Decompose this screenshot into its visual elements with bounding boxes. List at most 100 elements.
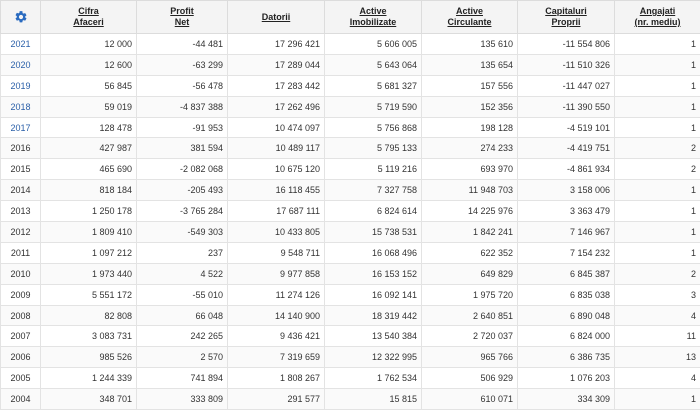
active-imobilizate-cell: 5 795 133 [324,137,422,160]
table-row: 2018 59 019 -4 837 388 17 262 496 5 719 590 1… [0,95,700,118]
table-row: 2008 82 808 66 048 14 140 900 18 319 442 2 64… [0,304,700,327]
datorii-cell: 10 433 805 [227,221,325,243]
year-cell[interactable]: 2020 [0,53,41,76]
capitaluri-proprii-cell: 1 076 203 [517,367,615,390]
profit-net-cell: -3 765 284 [136,200,228,223]
header-label-line2[interactable]: Proprii [551,17,580,27]
active-circulante-cell: 157 556 [421,74,518,97]
year-cell[interactable]: 2021 [0,33,41,55]
profit-net-cell: -549 303 [136,221,228,243]
datorii-cell: 11 274 126 [227,283,325,306]
header-label-line1[interactable]: Active [456,6,483,16]
year-cell[interactable]: 2019 [0,74,41,97]
header-profit-net[interactable]: Profit Net [136,0,228,34]
datorii-cell: 10 474 097 [227,116,325,139]
year-cell: 2013 [0,200,41,223]
header-capitaluri-proprii[interactable]: Capitaluri Proprii [517,0,615,34]
cifra-afaceri-cell: 1 097 212 [40,241,137,264]
angajati-cell: 1 [614,116,700,139]
profit-net-cell: -56 478 [136,74,228,97]
profit-net-cell: -44 481 [136,33,228,55]
year-cell: 2012 [0,221,41,243]
angajati-cell: 2 [614,262,700,285]
active-circulante-cell: 2 640 851 [421,304,518,327]
datorii-cell: 17 296 421 [227,33,325,55]
cifra-afaceri-cell: 1 973 440 [40,262,137,285]
cifra-afaceri-cell: 818 184 [40,179,137,202]
table-row: 2010 1 973 440 4 522 9 977 858 16 153 152 649… [0,262,700,285]
capitaluri-proprii-cell: 6 824 000 [517,325,615,348]
header-label-line2[interactable]: (nr. mediu) [634,17,680,27]
year-cell: 2016 [0,137,41,160]
table-row: 2020 12 600 -63 299 17 289 044 5 643 064 135 … [0,53,700,76]
table-row: 2005 1 244 339 741 894 1 808 267 1 762 534 50… [0,367,700,390]
header-label-line1[interactable]: Active [359,6,386,16]
year-cell: 2014 [0,179,41,202]
header-label-line1[interactable]: Cifra [78,6,99,16]
angajati-cell: 1 [614,33,700,55]
active-imobilizate-cell: 5 119 216 [324,158,422,181]
cifra-afaceri-cell: 5 551 172 [40,283,137,306]
table-row: 2004 348 701 333 809 291 577 15 815 610 071 33… [0,388,700,411]
active-circulante-cell: 506 929 [421,367,518,390]
gear-icon[interactable] [14,10,28,24]
table-row: 2012 1 809 410 -549 303 10 433 805 15 738 53… [0,221,700,243]
header-datorii[interactable]: Datorii [227,0,325,34]
year-cell: 2005 [0,367,41,390]
active-imobilizate-cell: 16 068 496 [324,241,422,264]
capitaluri-proprii-cell: 6 845 387 [517,262,615,285]
capitaluri-proprii-cell: -11 447 027 [517,74,615,97]
datorii-cell: 9 436 421 [227,325,325,348]
datorii-cell: 16 118 455 [227,179,325,202]
cifra-afaceri-cell: 3 083 731 [40,325,137,348]
capitaluri-proprii-cell: 334 309 [517,388,615,411]
year-cell[interactable]: 2017 [0,116,41,139]
header-label-line2[interactable]: Imobilizate [350,17,397,27]
active-circulante-cell: 198 128 [421,116,518,139]
header-label-line1[interactable]: Datorii [262,12,291,22]
year-cell: 2006 [0,346,41,369]
cifra-afaceri-cell: 348 701 [40,388,137,411]
profit-net-cell: -91 953 [136,116,228,139]
year-cell: 2015 [0,158,41,181]
active-circulante-cell: 152 356 [421,95,518,118]
profit-net-cell: 381 594 [136,137,228,160]
table-row: 2021 12 000 -44 481 17 296 421 5 606 005 135 … [0,33,700,55]
header-label-line1[interactable]: Angajati [640,6,676,16]
header-angajati[interactable]: Angajati (nr. mediu) [614,0,700,34]
angajati-cell: 1 [614,74,700,97]
settings-cell[interactable] [0,0,41,34]
datorii-cell: 14 140 900 [227,304,325,327]
header-label-line2[interactable]: Afaceri [73,17,104,27]
active-imobilizate-cell: 6 824 614 [324,200,422,223]
table-row: 2017 128 478 -91 953 10 474 097 5 756 868 198… [0,116,700,139]
header-label-line2[interactable]: Circulante [447,17,491,27]
capitaluri-proprii-cell: 6 890 048 [517,304,615,327]
year-cell: 2010 [0,262,41,285]
profit-net-cell: 242 265 [136,325,228,348]
header-active-circulante[interactable]: Active Circulante [421,0,518,34]
profit-net-cell: -55 010 [136,283,228,306]
profit-net-cell: 2 570 [136,346,228,369]
year-cell: 2011 [0,241,41,264]
year-cell[interactable]: 2018 [0,95,41,118]
active-circulante-cell: 2 720 037 [421,325,518,348]
angajati-cell: 1 [614,388,700,411]
header-cifra-afaceri[interactable]: Cifra Afaceri [40,0,137,34]
angajati-cell: 1 [614,221,700,243]
header-active-imobilizate[interactable]: Active Imobilizate [324,0,422,34]
capitaluri-proprii-cell: -11 510 326 [517,53,615,76]
header-label-line1[interactable]: Capitaluri [545,6,587,16]
active-imobilizate-cell: 18 319 442 [324,304,422,327]
active-imobilizate-cell: 5 643 064 [324,53,422,76]
header-label-line1[interactable]: Profit [170,6,194,16]
capitaluri-proprii-cell: -11 554 806 [517,33,615,55]
header-label-line2[interactable]: Net [175,17,190,27]
header-row: Cifra Afaceri Profit Net Datorii Active Imobil… [0,0,700,34]
table-row: 2007 3 083 731 242 265 9 436 421 13 540 384 2… [0,325,700,348]
capitaluri-proprii-cell: 6 386 735 [517,346,615,369]
active-imobilizate-cell: 13 540 384 [324,325,422,348]
angajati-cell: 3 [614,283,700,306]
datorii-cell: 10 675 120 [227,158,325,181]
cifra-afaceri-cell: 12 000 [40,33,137,55]
